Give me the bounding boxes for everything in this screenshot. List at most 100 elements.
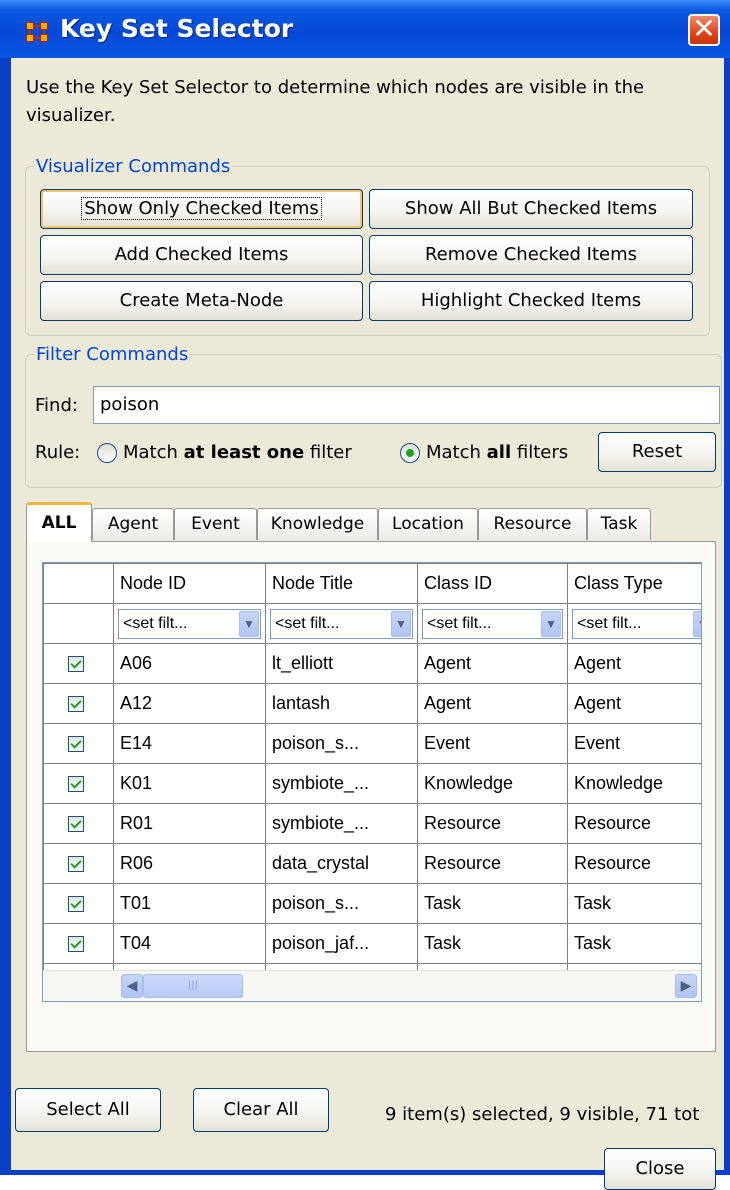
chevron-down-icon[interactable]: ▼ <box>239 610 259 637</box>
node-id-cell: R01 <box>113 803 266 844</box>
row-checkbox[interactable] <box>68 656 84 673</box>
close-window-button[interactable]: ✕ <box>688 14 720 46</box>
find-input[interactable]: poison <box>93 386 720 424</box>
table-row[interactable]: A06 lt_elliott Agent Agent <box>43 643 701 684</box>
class-id-cell: Agent <box>417 683 568 724</box>
scrollbar-thumb[interactable]: ||| <box>143 974 243 998</box>
row-checkbox-cell[interactable] <box>43 723 114 764</box>
add-checked-button[interactable]: Add Checked Items <box>40 235 363 275</box>
class-type-cell: Agent <box>567 643 701 684</box>
node-id-cell: A06 <box>113 643 266 684</box>
node-table: Node ID Node Title Class ID Class Type <… <box>42 562 702 1002</box>
class-type-cell: Task <box>567 923 701 964</box>
description-text: Use the Key Set Selector to determine wh… <box>26 77 645 126</box>
table-row[interactable]: T04 poison_jaf... Task Task <box>43 923 701 964</box>
node-title-cell: lantash <box>265 683 418 724</box>
row-checkbox-cell[interactable] <box>43 843 114 884</box>
close-icon: ✕ <box>692 12 716 45</box>
tab-location[interactable]: Location <box>378 508 478 540</box>
key-set-selector-window: Key Set Selector ✕ Use the Key Set Selec… <box>0 0 730 1190</box>
class-type-filter-dropdown[interactable]: <set filt...▼ <box>572 608 701 639</box>
row-checkbox[interactable] <box>68 936 84 953</box>
class-type-cell: Knowledge <box>567 763 701 804</box>
clear-all-button[interactable]: Clear All <box>193 1088 329 1132</box>
node-title-cell: symbiote_... <box>265 763 418 804</box>
tab-knowledge[interactable]: Knowledge <box>257 508 378 540</box>
table-row[interactable]: K01 symbiote_... Knowledge Knowledge <box>43 763 701 804</box>
filter-spacer <box>43 603 114 644</box>
row-checkbox-cell[interactable] <box>43 923 114 964</box>
node-title-cell: lt_elliott <box>265 643 418 684</box>
match-all-radio[interactable] <box>400 443 420 463</box>
show-all-but-checked-button[interactable]: Show All But Checked Items <box>369 189 693 229</box>
table-row[interactable]: R01 symbiote_... Resource Resource <box>43 803 701 844</box>
chevron-down-icon[interactable]: ▼ <box>693 610 701 637</box>
title-bar[interactable]: Key Set Selector ✕ <box>0 0 730 58</box>
node-title-cell: symbiote_... <box>265 803 418 844</box>
row-checkbox[interactable] <box>68 856 84 873</box>
node-id-filter-dropdown[interactable]: <set filt... ▼ <box>118 608 261 639</box>
highlight-checked-button[interactable]: Highlight Checked Items <box>369 281 693 321</box>
table-row[interactable]: R06 data_crystal Resource Resource <box>43 843 701 884</box>
node-title-filter-dropdown[interactable]: <set filt... ▼ <box>270 608 413 639</box>
horizontal-scrollbar[interactable]: ◀ ||| ▶ <box>43 970 701 1001</box>
show-only-checked-button[interactable]: Show Only Checked Items <box>40 189 363 229</box>
row-checkbox[interactable] <box>68 776 84 793</box>
tab-resource[interactable]: Resource <box>478 508 587 540</box>
class-id-cell: Agent <box>417 643 568 684</box>
chevron-down-icon[interactable]: ▼ <box>391 610 411 637</box>
node-id-cell: K01 <box>113 763 266 804</box>
node-id-cell: T01 <box>113 883 266 924</box>
row-checkbox[interactable] <box>68 816 84 833</box>
chevron-down-icon[interactable]: ▼ <box>541 610 561 637</box>
row-checkbox-cell[interactable] <box>43 683 114 724</box>
checkbox-column-header[interactable] <box>43 563 114 604</box>
match-any-radio[interactable] <box>97 443 117 463</box>
tab-all[interactable]: ALL <box>26 502 92 542</box>
row-checkbox[interactable] <box>68 896 84 913</box>
class-type-cell: Resource <box>567 843 701 884</box>
class-id-cell: Resource <box>417 803 568 844</box>
table-row[interactable]: A12 lantash Agent Agent <box>43 683 701 724</box>
close-button[interactable]: Close <box>604 1148 716 1190</box>
match-all-label[interactable]: Match all filters <box>426 442 568 463</box>
class-type-cell: Resource <box>567 803 701 844</box>
row-checkbox[interactable] <box>68 736 84 753</box>
match-any-label[interactable]: Match at least one filter <box>123 442 352 463</box>
row-checkbox-cell[interactable] <box>43 643 114 684</box>
remove-checked-button[interactable]: Remove Checked Items <box>369 235 693 275</box>
scroll-right-arrow[interactable]: ▶ <box>675 974 697 998</box>
table-row[interactable]: T01 poison_s... Task Task <box>43 883 701 924</box>
class-type-cell: Task <box>567 883 701 924</box>
class-type-cell: Agent <box>567 683 701 724</box>
node-title-cell: poison_s... <box>265 723 418 764</box>
scroll-left-arrow[interactable]: ◀ <box>121 974 143 998</box>
selection-status-text: 9 item(s) selected, 9 visible, 71 tot <box>385 1104 700 1125</box>
tab-panel-all: Node ID Node Title Class ID Class Type <… <box>26 541 716 1052</box>
row-checkbox[interactable] <box>68 696 84 713</box>
column-header-class-type[interactable]: Class Type <box>567 563 701 604</box>
header-row: Node ID Node Title Class ID Class Type <box>43 563 701 604</box>
filter-commands-legend: Filter Commands <box>36 344 189 365</box>
visualizer-commands-legend: Visualizer Commands <box>36 156 231 177</box>
create-meta-node-button[interactable]: Create Meta-Node <box>40 281 363 321</box>
find-label: Find: <box>35 395 78 416</box>
row-checkbox-cell[interactable] <box>43 763 114 804</box>
column-header-class-id[interactable]: Class ID <box>417 563 568 604</box>
row-checkbox-cell[interactable] <box>43 803 114 844</box>
table-row[interactable]: E14 poison_s... Event Event <box>43 723 701 764</box>
node-title-cell: data_crystal <box>265 843 418 884</box>
tab-agent[interactable]: Agent <box>92 508 174 540</box>
reset-button[interactable]: Reset <box>598 432 716 472</box>
tab-event[interactable]: Event <box>174 508 257 540</box>
tab-task[interactable]: Task <box>587 508 651 540</box>
node-id-cell: R06 <box>113 843 266 884</box>
node-id-cell: E14 <box>113 723 266 764</box>
column-header-node-id[interactable]: Node ID <box>113 563 266 604</box>
dialog-body: Use the Key Set Selector to determine wh… <box>11 58 724 1190</box>
column-header-node-title[interactable]: Node Title <box>265 563 418 604</box>
class-id-cell: Task <box>417 883 568 924</box>
select-all-button[interactable]: Select All <box>15 1088 161 1132</box>
class-id-filter-dropdown[interactable]: <set filt... ▼ <box>422 608 563 639</box>
row-checkbox-cell[interactable] <box>43 883 114 924</box>
